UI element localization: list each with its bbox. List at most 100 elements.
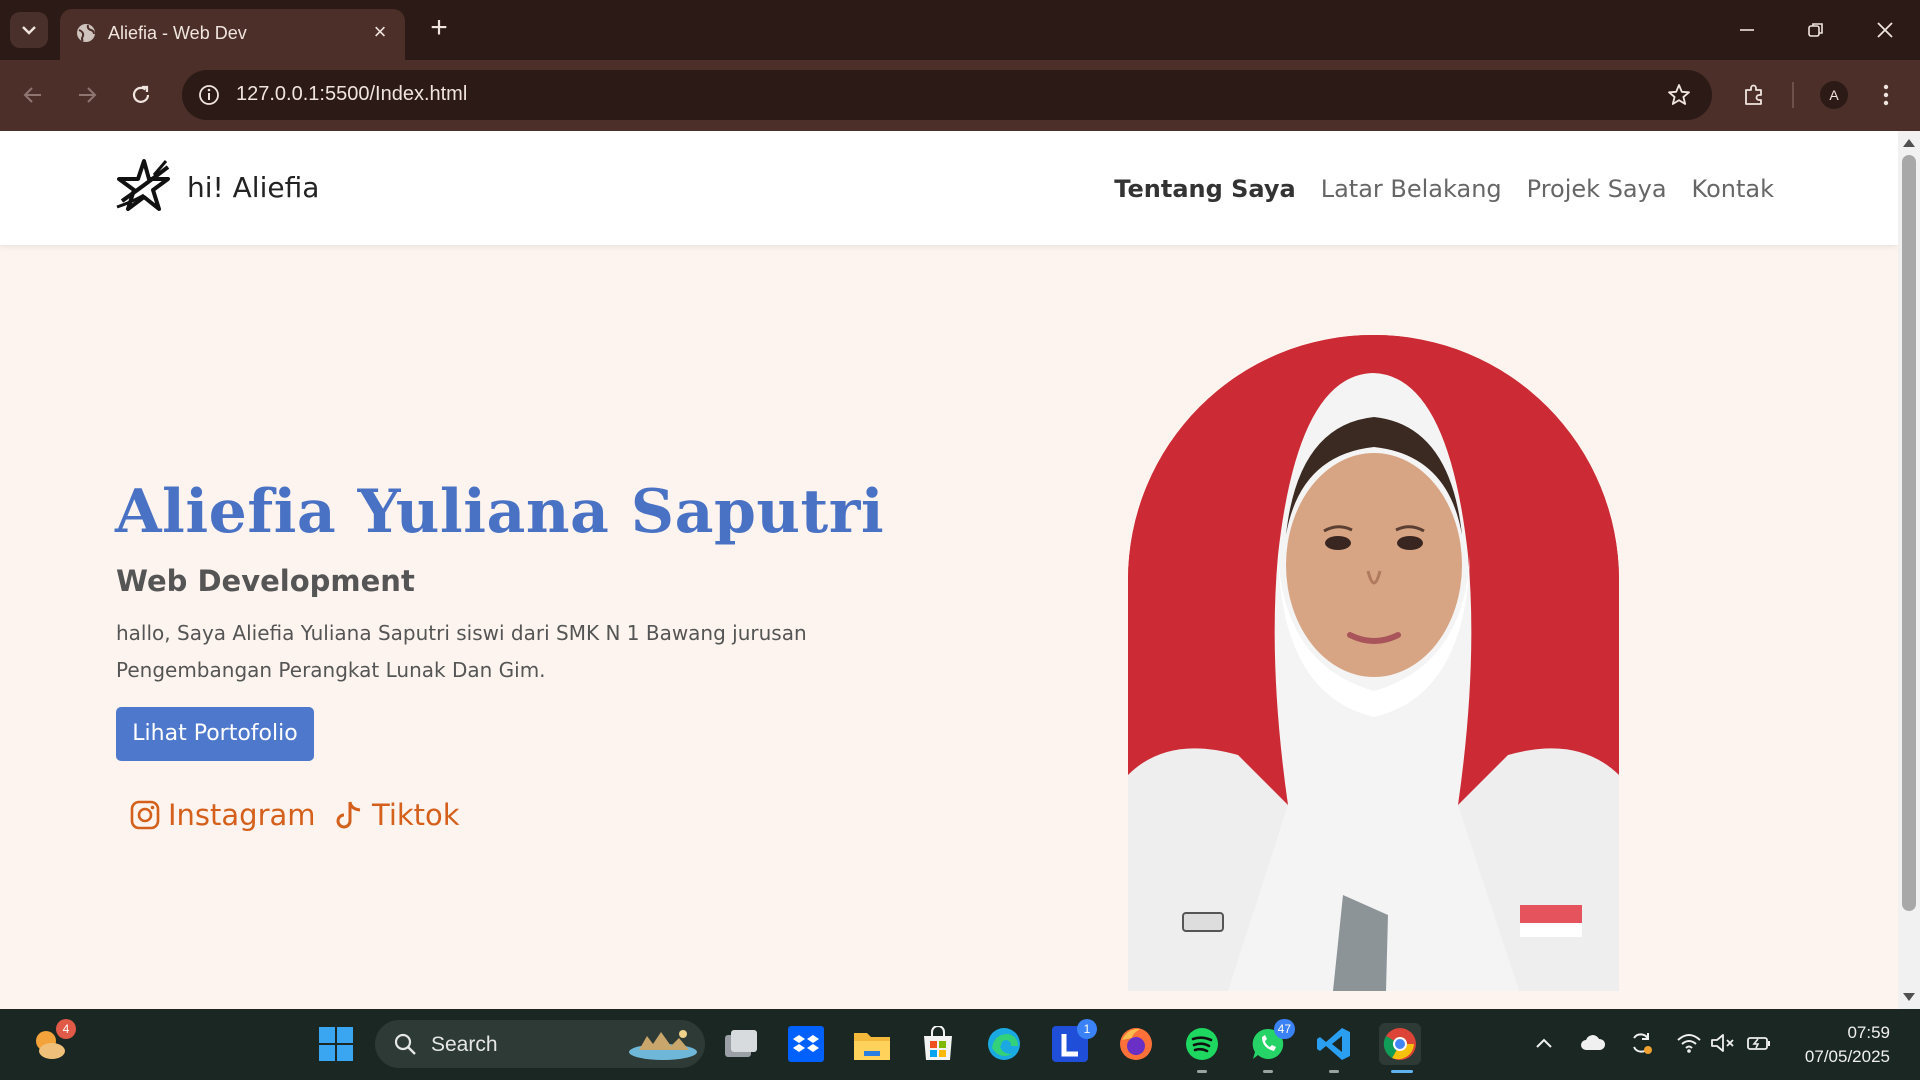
page-viewport: hi! Aliefia Tentang Saya Latar Belakang … bbox=[0, 131, 1898, 1009]
dropbox-icon bbox=[788, 1026, 824, 1062]
portrait-illustration bbox=[1128, 335, 1619, 991]
edge-icon bbox=[988, 1028, 1020, 1060]
hero-description: hallo, Saya Aliefia Yuliana Saputri sisw… bbox=[116, 621, 807, 682]
scroll-down-arrow-icon[interactable] bbox=[1903, 993, 1915, 1001]
browser-toolbar: 127.0.0.1:5500/Index.html A bbox=[0, 60, 1920, 131]
tab-search-button[interactable] bbox=[10, 12, 48, 48]
close-icon bbox=[1877, 22, 1893, 38]
browser-tab-strip: Aliefia - Web Dev × + bbox=[0, 0, 1920, 60]
minimize-button[interactable] bbox=[1731, 14, 1763, 46]
chevron-down-icon bbox=[22, 26, 36, 35]
site-navbar: hi! Aliefia Tentang Saya Latar Belakang … bbox=[0, 131, 1898, 245]
whatsapp-badge: 47 bbox=[1273, 1019, 1295, 1039]
clock-time: 07:59 bbox=[1847, 1023, 1890, 1042]
arrow-left-icon bbox=[23, 87, 41, 103]
taskbar-search-label: Search bbox=[431, 1033, 498, 1056]
tiktok-link[interactable]: Tiktok bbox=[336, 798, 460, 832]
battery-charging-icon bbox=[1747, 1037, 1770, 1050]
task-view-icon bbox=[725, 1030, 757, 1057]
taskbar-search[interactable]: Search bbox=[375, 1020, 705, 1068]
sync-icon bbox=[1633, 1033, 1652, 1054]
chrome-button[interactable] bbox=[1379, 1023, 1421, 1073]
url-text: 127.0.0.1:5500/Index.html bbox=[236, 83, 468, 105]
instagram-icon bbox=[130, 800, 160, 830]
file-explorer-button[interactable] bbox=[851, 1023, 893, 1065]
edge-button[interactable] bbox=[983, 1023, 1025, 1065]
scroll-up-arrow-icon[interactable] bbox=[1903, 139, 1915, 147]
sync-tray[interactable] bbox=[1627, 1029, 1655, 1057]
chrome-active-indicator bbox=[1391, 1070, 1413, 1073]
wifi-tray[interactable] bbox=[1675, 1029, 1703, 1057]
clock-date: 07/05/2025 bbox=[1804, 1047, 1890, 1066]
weather-widget[interactable]: 4 bbox=[28, 1019, 76, 1065]
battery-tray[interactable] bbox=[1745, 1029, 1773, 1057]
onedrive-tray[interactable] bbox=[1579, 1029, 1607, 1057]
show-hidden-icons-button[interactable] bbox=[1530, 1029, 1558, 1057]
volume-muted-icon bbox=[1711, 1034, 1734, 1052]
vscode-icon bbox=[1317, 1028, 1350, 1060]
globe-icon bbox=[77, 24, 95, 42]
chrome-icon bbox=[1383, 1028, 1416, 1060]
puzzle-icon bbox=[1745, 84, 1762, 105]
bookmark-star-icon[interactable] bbox=[1666, 82, 1692, 108]
instagram-link[interactable]: Instagram bbox=[130, 798, 316, 832]
whatsapp-running-indicator bbox=[1263, 1070, 1273, 1073]
browser-tab[interactable]: Aliefia - Web Dev × bbox=[60, 9, 405, 60]
volume-tray[interactable] bbox=[1709, 1029, 1737, 1057]
task-view-button[interactable] bbox=[720, 1023, 762, 1065]
portfolio-button[interactable]: Lihat Portofolio bbox=[116, 707, 314, 761]
search-highlight-icon bbox=[629, 1030, 697, 1060]
scroll-thumb[interactable] bbox=[1902, 155, 1916, 911]
restore-icon bbox=[1808, 23, 1823, 37]
toolbar-divider bbox=[1792, 82, 1794, 108]
launcher-button[interactable]: 1 bbox=[1049, 1019, 1097, 1065]
windows-taskbar: 4 Search 1 47 07:59 07/05/2025 bbox=[0, 1009, 1920, 1080]
profile-avatar[interactable]: A bbox=[1820, 81, 1848, 109]
firefox-icon bbox=[1120, 1028, 1152, 1060]
dropbox-button[interactable] bbox=[785, 1023, 827, 1065]
spotify-button[interactable] bbox=[1181, 1023, 1223, 1073]
search-icon bbox=[394, 1033, 416, 1055]
restore-button[interactable] bbox=[1800, 14, 1832, 46]
profile-photo bbox=[1128, 335, 1619, 991]
hero-role: Web Development bbox=[116, 564, 415, 598]
extensions-button[interactable] bbox=[1737, 78, 1771, 112]
system-clock[interactable]: 07:59 07/05/2025 bbox=[1790, 1021, 1890, 1069]
nav-latar-belakang[interactable]: Latar Belakang bbox=[1321, 175, 1502, 203]
tab-title: Aliefia - Web Dev bbox=[108, 23, 247, 43]
nav-links: Tentang Saya Latar Belakang Projek Saya … bbox=[1114, 175, 1774, 203]
cloud-icon bbox=[1581, 1035, 1606, 1050]
new-tab-button[interactable]: + bbox=[425, 13, 453, 43]
forward-button[interactable] bbox=[70, 78, 104, 112]
brand-name[interactable]: hi! Aliefia bbox=[187, 171, 319, 204]
arrow-right-icon bbox=[79, 87, 97, 103]
info-icon[interactable] bbox=[196, 82, 222, 108]
minimize-icon bbox=[1740, 29, 1754, 31]
tiktok-label: Tiktok bbox=[372, 798, 460, 832]
vscode-button[interactable] bbox=[1313, 1023, 1355, 1073]
reload-icon bbox=[132, 85, 150, 103]
firefox-button[interactable] bbox=[1115, 1023, 1157, 1065]
spotify-icon bbox=[1186, 1028, 1218, 1060]
instagram-label: Instagram bbox=[168, 798, 316, 832]
microsoft-store-icon bbox=[924, 1026, 952, 1060]
microsoft-store-button[interactable] bbox=[917, 1023, 959, 1065]
wifi-icon bbox=[1677, 1034, 1701, 1053]
address-bar[interactable]: 127.0.0.1:5500/Index.html bbox=[182, 70, 1712, 120]
star-logo-icon[interactable] bbox=[114, 157, 172, 217]
weather-badge: 4 bbox=[56, 1019, 76, 1039]
browser-menu-button[interactable] bbox=[1869, 78, 1903, 112]
start-button[interactable] bbox=[315, 1023, 357, 1065]
nav-kontak[interactable]: Kontak bbox=[1692, 175, 1774, 203]
page-scrollbar[interactable] bbox=[1898, 131, 1920, 1009]
start-icon bbox=[319, 1027, 353, 1061]
close-window-button[interactable] bbox=[1869, 14, 1901, 46]
nav-tentang-saya[interactable]: Tentang Saya bbox=[1114, 175, 1295, 203]
back-button[interactable] bbox=[16, 78, 50, 112]
whatsapp-button[interactable]: 47 bbox=[1247, 1019, 1295, 1073]
nav-projek-saya[interactable]: Projek Saya bbox=[1527, 175, 1667, 203]
file-explorer-icon bbox=[854, 1033, 890, 1060]
close-tab-icon[interactable]: × bbox=[369, 21, 391, 43]
reload-button[interactable] bbox=[124, 78, 158, 112]
chevron-up-icon bbox=[1536, 1038, 1552, 1048]
